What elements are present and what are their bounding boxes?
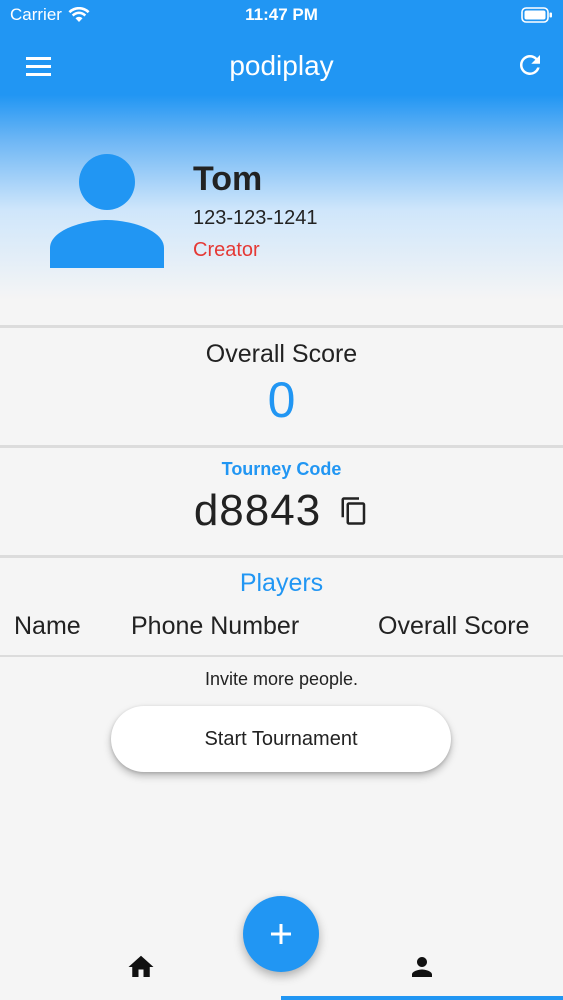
person-icon [50, 154, 164, 268]
overall-score-value: 0 [267, 372, 296, 428]
tourney-code-row: d8843 [0, 486, 563, 536]
players-section: Players Name Phone Number Overall Score [0, 560, 563, 650]
profile-card: Tom 123-123-1241 Creator [0, 140, 563, 280]
tourney-code-section: Tourney Code d8843 [0, 450, 563, 555]
start-tournament-button[interactable]: Start Tournament [111, 706, 451, 772]
divider [0, 655, 563, 657]
divider [0, 325, 563, 328]
profile-name: Tom [193, 160, 263, 198]
app-bar: podiplay [0, 40, 563, 96]
app-title: podiplay [229, 50, 334, 81]
copy-icon[interactable] [339, 494, 369, 528]
add-button[interactable] [243, 896, 319, 972]
tourney-code-label: Tourney Code [221, 459, 342, 479]
plus-icon [271, 924, 291, 944]
selected-tab-indicator [281, 996, 563, 1000]
person-icon[interactable] [407, 952, 437, 982]
tourney-code-value: d8843 [193, 486, 322, 535]
divider [0, 445, 563, 448]
status-bar: Carrier 11:47 PM [0, 0, 563, 30]
overall-score-section: Overall Score 0 [0, 330, 563, 445]
column-phone-number: Phone Number [131, 612, 300, 640]
home-icon[interactable] [126, 952, 156, 982]
column-overall-score: Overall Score [378, 612, 530, 640]
players-table-header: Name Phone Number Overall Score [0, 604, 563, 650]
status-time: 11:47 PM [245, 5, 318, 24]
divider [0, 555, 563, 558]
column-name: Name [14, 612, 81, 640]
profile-role: Creator [193, 239, 260, 261]
refresh-icon[interactable] [515, 50, 545, 80]
profile-phone: 123-123-1241 [193, 207, 318, 229]
players-label: Players [239, 569, 324, 597]
invite-text: Invite more people. [204, 669, 359, 689]
overall-score-label: Overall Score [205, 340, 358, 368]
battery-icon [521, 7, 552, 23]
